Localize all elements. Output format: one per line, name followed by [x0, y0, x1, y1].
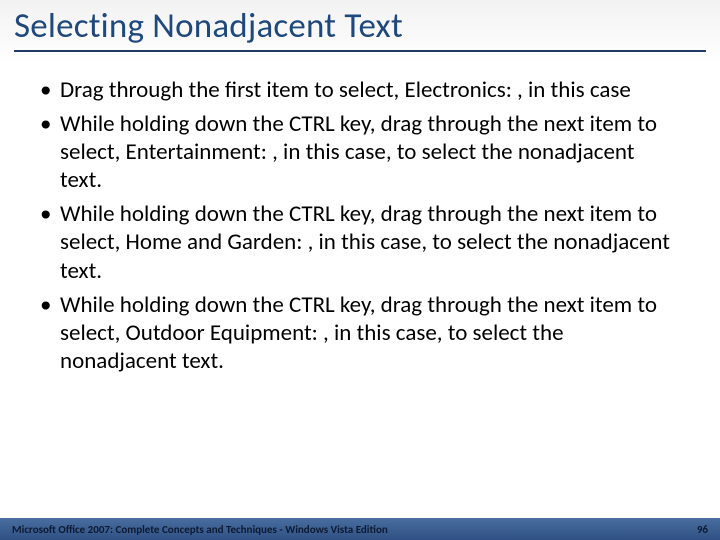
- page-number: 96: [658, 523, 708, 536]
- slide: Selecting Nonadjacent Text Drag through …: [0, 0, 720, 540]
- list-item: While holding down the CTRL key, drag th…: [40, 291, 680, 375]
- title-area: Selecting Nonadjacent Text: [0, 0, 720, 62]
- title-underline: [14, 50, 706, 52]
- bullet-list: Drag through the first item to select, E…: [40, 76, 680, 374]
- footer-bar: Microsoft Office 2007: Complete Concepts…: [0, 518, 720, 540]
- list-item: While holding down the CTRL key, drag th…: [40, 110, 680, 194]
- content-area: Drag through the first item to select, E…: [0, 62, 720, 540]
- footer-text: Microsoft Office 2007: Complete Concepts…: [12, 523, 658, 536]
- slide-title: Selecting Nonadjacent Text: [14, 6, 706, 46]
- list-item: Drag through the first item to select, E…: [40, 76, 680, 104]
- list-item: While holding down the CTRL key, drag th…: [40, 200, 680, 284]
